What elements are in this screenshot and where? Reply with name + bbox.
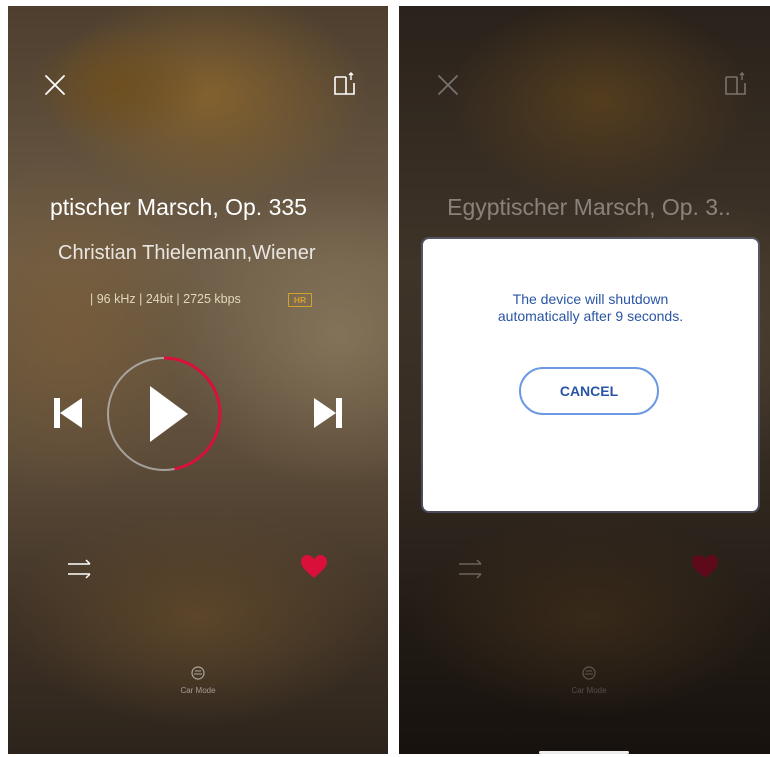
- share-icon[interactable]: [723, 72, 749, 98]
- car-mode-label: Car Mode: [571, 686, 607, 695]
- close-icon[interactable]: [435, 72, 461, 98]
- shutdown-message-line2: automatically after 9 seconds.: [497, 308, 684, 324]
- artist-name: Christian Thielemann,Wiener: [58, 242, 316, 264]
- hires-badge: HR: [288, 293, 312, 307]
- car-mode-button[interactable]: Car Mode: [8, 666, 388, 695]
- play-icon[interactable]: [150, 386, 188, 442]
- playback-controls: [54, 356, 342, 471]
- car-mode-button[interactable]: Car Mode: [399, 666, 770, 695]
- cancel-button[interactable]: CANCEL: [519, 367, 659, 415]
- shutdown-message-line1: The device will shutdown: [512, 291, 669, 307]
- car-icon: [191, 666, 205, 680]
- now-playing-screen: ptischer Marsch, Op. 335 Christian Thiel…: [8, 6, 388, 754]
- skip-next-icon[interactable]: [314, 398, 342, 428]
- close-icon[interactable]: [42, 72, 68, 98]
- car-mode-label: Car Mode: [180, 686, 216, 695]
- audio-quality-info: | 96 kHz | 24bit | 2725 kbps: [90, 292, 241, 306]
- track-title: ptischer Marsch, Op. 335: [50, 194, 307, 220]
- shutdown-message: The device will shutdown automatically a…: [423, 291, 758, 325]
- shuffle-icon[interactable]: [66, 554, 96, 584]
- heart-icon[interactable]: [691, 554, 719, 580]
- share-icon[interactable]: [332, 72, 358, 98]
- shutdown-dialog: The device will shutdown automatically a…: [423, 239, 758, 511]
- track-title: Egyptischer Marsch, Op. 3..: [447, 194, 731, 220]
- heart-icon[interactable]: [300, 554, 328, 580]
- home-indicator: [539, 751, 629, 754]
- shutdown-dialog-screen: Egyptischer Marsch, Op. 3.. The device w…: [399, 6, 770, 754]
- car-icon: [582, 666, 596, 680]
- shuffle-icon[interactable]: [457, 554, 487, 584]
- skip-previous-icon[interactable]: [54, 398, 82, 428]
